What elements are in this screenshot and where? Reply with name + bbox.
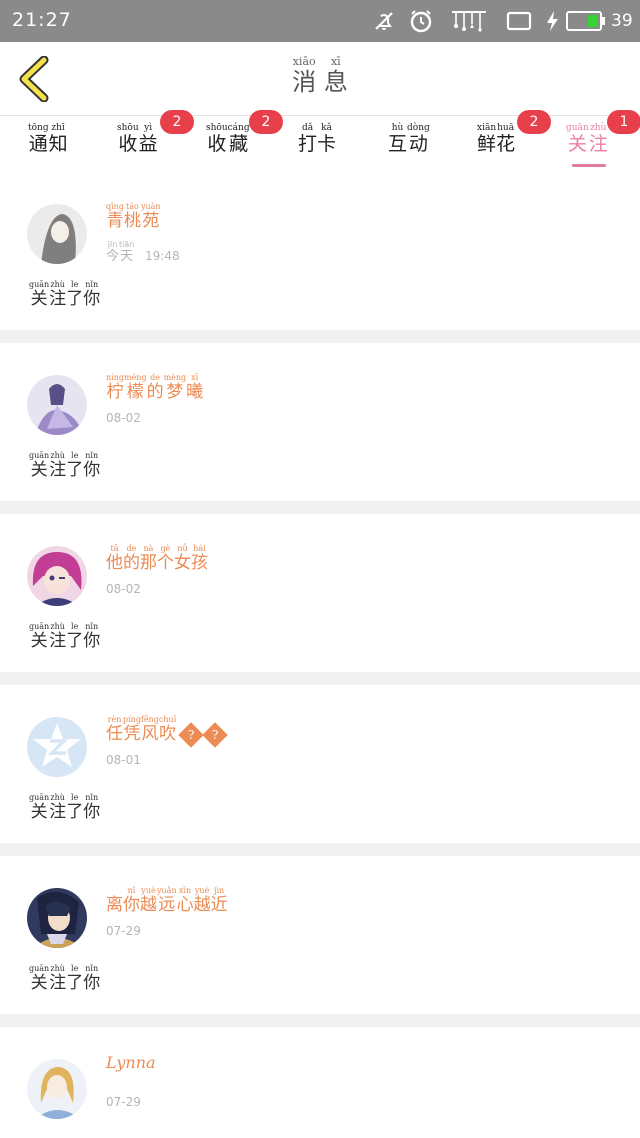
- status-time: 21:27: [12, 9, 72, 31]
- list-item[interactable]: 柠níng檬méng的de梦mèng曦xī 08-02 关guān注zhù了le…: [0, 343, 640, 501]
- alarm-icon: [408, 8, 434, 34]
- notification-icon: [450, 8, 488, 34]
- user-name[interactable]: 任rèn凭píng风fēng吹chuī??: [106, 715, 228, 748]
- tab-favorites[interactable]: 收shōu藏cáng: [206, 123, 250, 167]
- follow-list: 青qīng桃táo苑yuàn 今jīn天tiān 19:48 关guān注zhù…: [0, 172, 640, 1138]
- user-name[interactable]: 柠níng檬méng的de梦mèng曦xī: [106, 373, 203, 402]
- tablet-icon: [506, 8, 532, 34]
- follow-message: 关guān注zhù了le你nǐn: [29, 280, 101, 309]
- tab-flowers[interactable]: 鲜xiān花huā: [477, 123, 515, 167]
- timestamp: 07-29: [106, 1095, 141, 1109]
- timestamp: 07-29: [106, 924, 141, 938]
- tab-earnings[interactable]: 收shōu益yì: [117, 123, 158, 167]
- active-tab-indicator: [572, 164, 606, 167]
- follow-message: 关guān注zhù了le你nǐn: [29, 964, 101, 993]
- mute-icon: [372, 8, 396, 34]
- divider: [0, 1014, 640, 1027]
- avatar[interactable]: [27, 375, 87, 435]
- avatar[interactable]: [27, 546, 87, 606]
- user-name[interactable]: 他tā的de那nà个gè女nǚ孩hái: [106, 544, 208, 573]
- battery-icon: [566, 11, 602, 31]
- tab-follows-badge: 1: [607, 110, 640, 134]
- unknown-glyph-icon: ?: [178, 721, 204, 748]
- timestamp: 今jīn天tiān 19:48: [106, 240, 180, 264]
- tab-notifications[interactable]: 通tōng知zhī: [28, 123, 68, 167]
- tab-favorites-badge: 2: [249, 110, 283, 134]
- list-item[interactable]: 他tā的de那nà个gè女nǚ孩hái 08-02 关guān注zhù了le你n…: [0, 514, 640, 672]
- follow-message: 关guān注zhù了le你nǐn: [29, 622, 101, 651]
- timestamp: 08-02: [106, 582, 141, 596]
- list-item[interactable]: 青qīng桃táo苑yuàn 今jīn天tiān 19:48 关guān注zhù…: [0, 172, 640, 330]
- list-item[interactable]: 离你nǐ越yuè远yuǎn心xīn越yuè近jìn 07-29 关guān注zh…: [0, 856, 640, 1014]
- user-name[interactable]: 青qīng桃táo苑yuàn: [106, 202, 161, 231]
- tab-checkin[interactable]: 打dǎ卡kǎ: [298, 123, 336, 167]
- list-item[interactable]: 任rèn凭píng风fēng吹chuī?? 08-01 关guān注zhù了le…: [0, 685, 640, 843]
- tab-earnings-badge: 2: [160, 110, 194, 134]
- tab-flowers-badge: 2: [517, 110, 551, 134]
- follow-message: 关guān注zhù了le你nǐn: [29, 451, 101, 480]
- timestamp: 08-01: [106, 753, 141, 767]
- header: 消xiāo 息xī: [0, 42, 640, 116]
- divider: [0, 672, 640, 685]
- tab-interactions[interactable]: 互hù动dòng: [388, 123, 430, 167]
- user-name[interactable]: Lynna: [106, 1053, 156, 1072]
- unknown-glyph-icon: ?: [202, 721, 228, 748]
- page-title: 消xiāo 息xī: [292, 55, 348, 96]
- tab-follows[interactable]: 关guān注zhù: [566, 123, 608, 167]
- battery-percent: 39: [611, 11, 633, 31]
- avatar[interactable]: [27, 204, 87, 264]
- list-item[interactable]: Lynna 07-29: [0, 1027, 640, 1138]
- avatar[interactable]: [27, 1059, 87, 1119]
- status-bar: 21:27 39: [0, 0, 640, 42]
- avatar[interactable]: [27, 888, 87, 948]
- divider: [0, 843, 640, 856]
- timestamp: 08-02: [106, 411, 141, 425]
- charging-icon: [544, 8, 560, 34]
- divider: [0, 330, 640, 343]
- follow-message: 关guān注zhù了le你nǐn: [29, 793, 101, 822]
- user-name[interactable]: 离你nǐ越yuè远yuǎn心xīn越yuè近jìn: [106, 886, 228, 915]
- divider: [0, 501, 640, 514]
- avatar[interactable]: [27, 717, 87, 777]
